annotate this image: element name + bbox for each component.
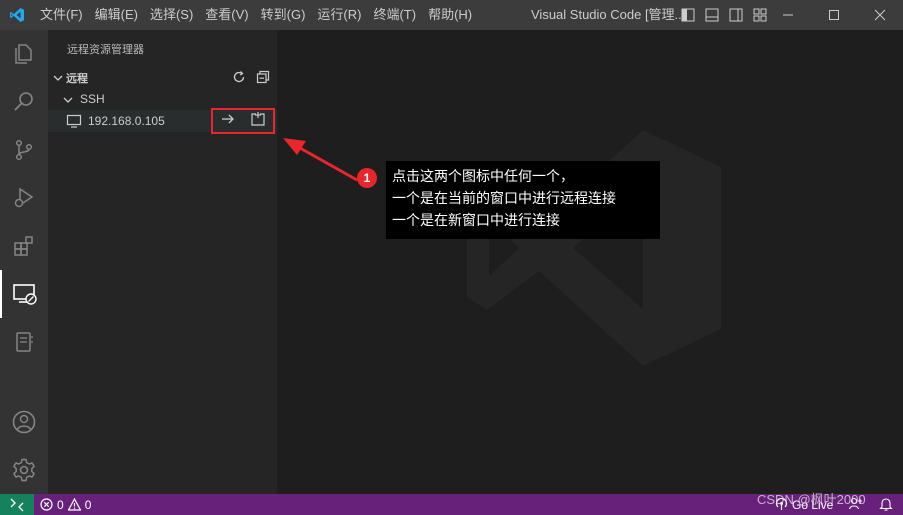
annotation-arrow (283, 138, 358, 182)
callout-line: 一个是在当前的窗口中进行远程连接 (392, 191, 616, 207)
step-badge: 1 (357, 168, 377, 188)
error-icon (40, 498, 53, 511)
warning-count: 0 (84, 497, 92, 512)
csdn-watermark: CSDN @枫叶2000 (757, 492, 866, 507)
notifications-bell-icon[interactable] (878, 496, 894, 512)
error-count: 0 (57, 497, 64, 512)
warning-icon (67, 498, 81, 511)
problems-indicator[interactable]: 0 0 (40, 494, 91, 515)
remote-icon (10, 498, 24, 511)
callout-line: 点击这两个图标中任何一个， (392, 169, 574, 185)
remote-indicator[interactable] (0, 494, 34, 515)
callout-line: 一个是在新窗口中进行连接 (392, 213, 560, 229)
annotation-callout: 点击这两个图标中任何一个， 一个是在当前的窗口中进行远程连接 一个是在新窗口中进… (386, 161, 660, 239)
